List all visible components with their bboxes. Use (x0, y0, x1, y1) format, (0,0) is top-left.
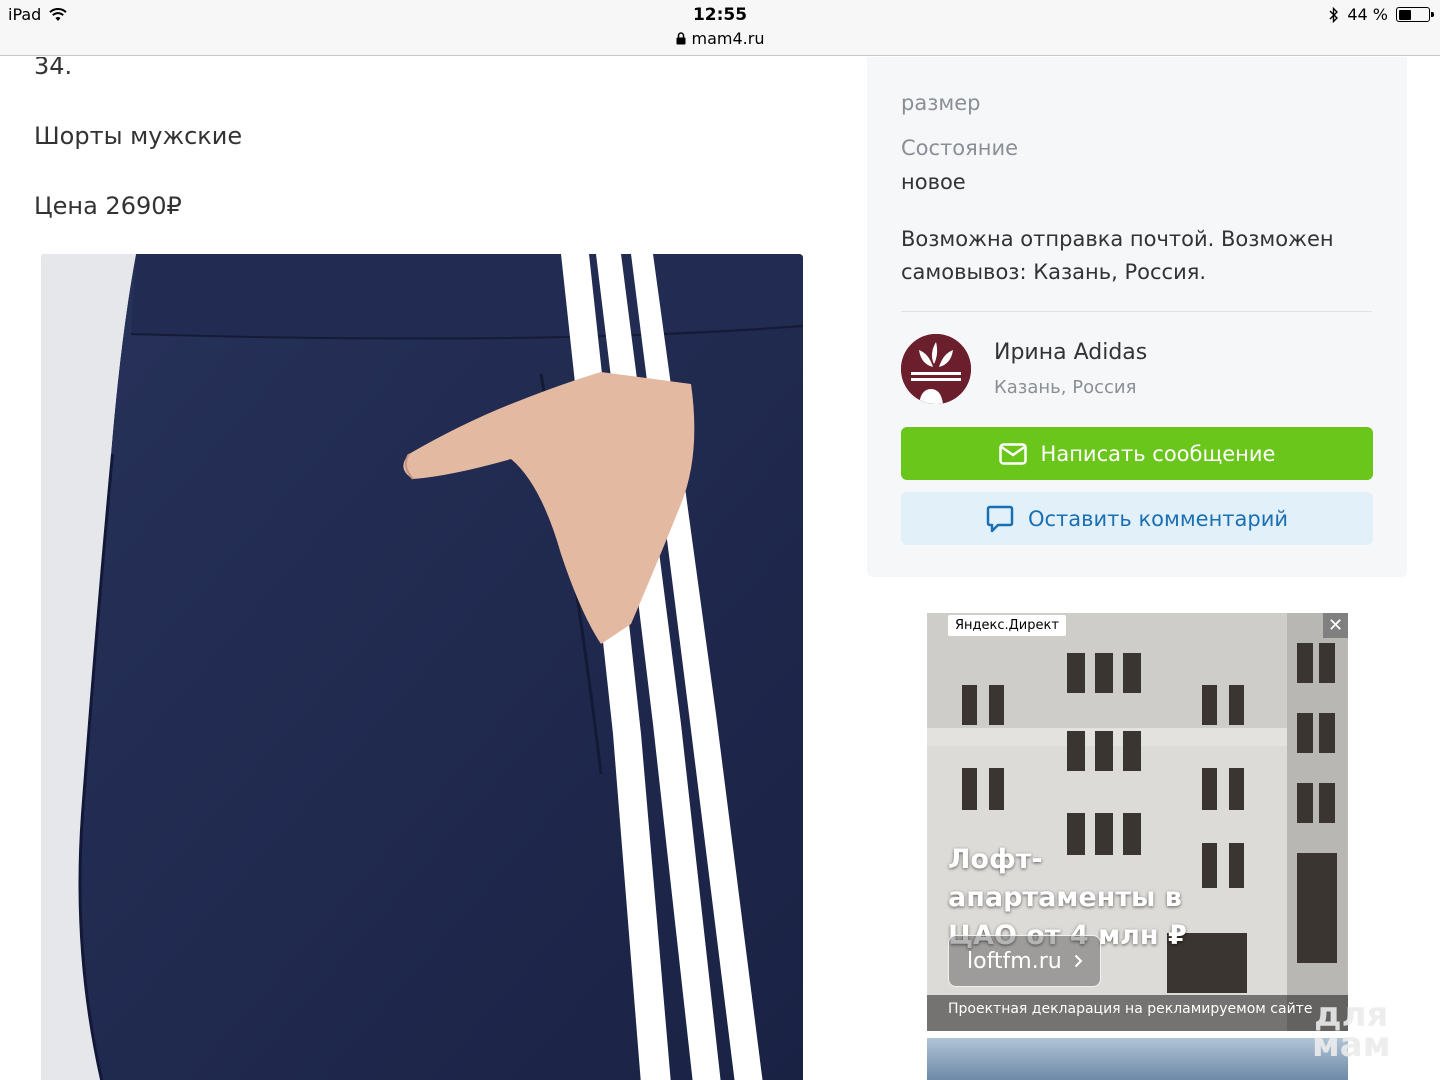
condition-label: Состояние (901, 136, 1019, 160)
url-text: mam4.ru (691, 29, 765, 48)
seller-name[interactable]: Ирина Adidas (994, 340, 1147, 365)
yandex-ad[interactable]: Яндекс.Директ ✕ Лофт-апартаменты в ЦАО о… (927, 613, 1348, 1031)
envelope-icon (998, 442, 1027, 465)
lock-icon (676, 32, 686, 45)
ad-disclaimer: Проектная декларация на рекламируемом са… (927, 995, 1348, 1031)
listing-column: 34. Шорты мужские Цена 2690₽ (0, 57, 840, 1080)
chevron-right-icon (1074, 954, 1083, 968)
ad-link-button[interactable]: loftfm.ru (948, 935, 1101, 987)
send-message-button[interactable]: Написать сообщение (901, 427, 1373, 480)
delivery-info: Возможна отправка почтой. Возможен самов… (901, 227, 1334, 284)
speech-bubble-icon (986, 505, 1014, 532)
second-ad-preview[interactable] (927, 1038, 1348, 1080)
site-watermark: для мам (1312, 998, 1391, 1065)
bluetooth-icon (1329, 6, 1339, 23)
address-bar[interactable]: mam4.ru (0, 29, 1440, 48)
battery-percent: 44 % (1347, 5, 1388, 24)
send-message-label: Написать сообщение (1040, 441, 1276, 466)
divider (901, 311, 1372, 312)
close-icon[interactable]: ✕ (1323, 613, 1348, 638)
leave-comment-button[interactable]: Оставить комментарий (901, 492, 1373, 545)
listing-title: Шорты мужские (34, 122, 243, 150)
listing-number: 34. (34, 57, 73, 80)
leave-comment-label: Оставить комментарий (1027, 506, 1289, 531)
size-label: размер (901, 91, 981, 115)
listing-price: Цена 2690₽ (34, 192, 182, 220)
shorts-image (41, 254, 803, 1080)
ios-status-bar: iPad 12:55 mam4.ru 44 % (0, 0, 1440, 56)
product-photo[interactable] (41, 254, 803, 1080)
ad-source-label: Яндекс.Директ (948, 615, 1066, 636)
ad-link-label: loftfm.ru (967, 948, 1062, 974)
adidas-logo-icon (901, 334, 971, 404)
seller-avatar[interactable] (901, 334, 971, 404)
details-card: размер Состояние новое Возможна отправка… (867, 57, 1407, 577)
status-right: 44 % (1329, 5, 1434, 24)
battery-icon (1396, 7, 1434, 22)
condition-value: новое (901, 170, 966, 194)
watermark-line-2: мам (1312, 1025, 1391, 1065)
seller-city: Казань, Россия (994, 377, 1137, 398)
clock: 12:55 (692, 5, 748, 25)
